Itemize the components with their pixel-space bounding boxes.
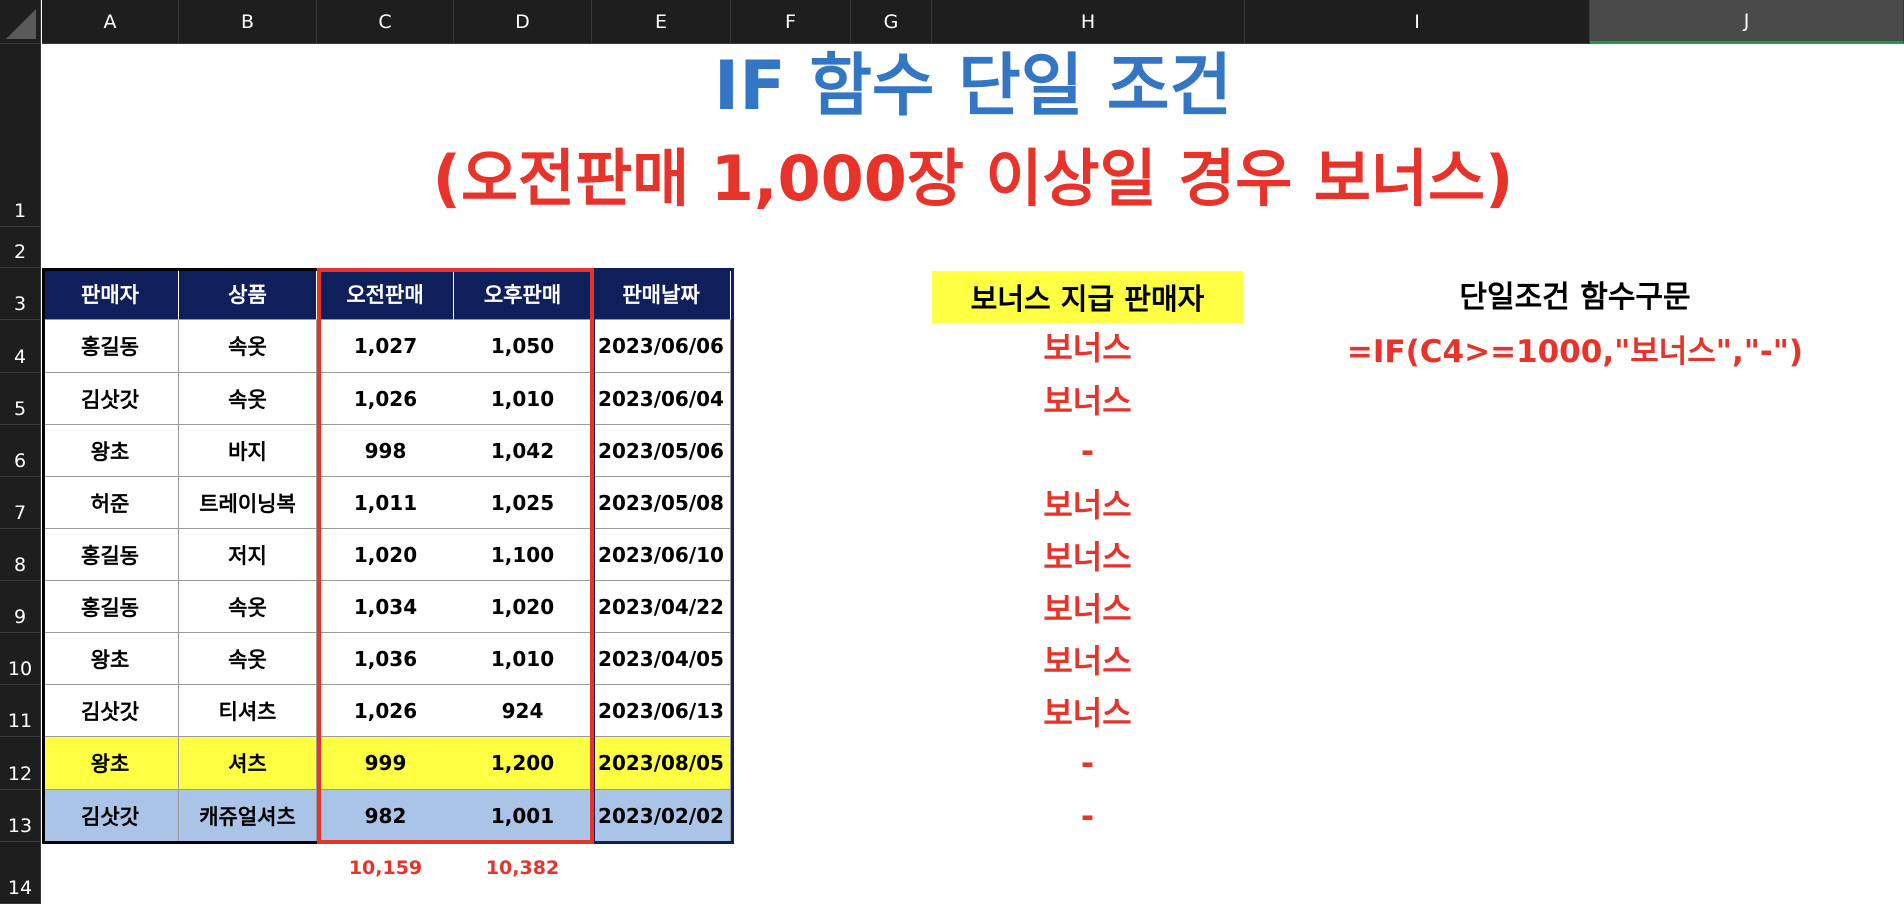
formula-text[interactable]: =IF(C4>=1000,"보너스","-") bbox=[1245, 322, 1904, 374]
table-cell-product[interactable]: 트레이닝복 bbox=[179, 477, 317, 529]
table-cell-afternoon-sales[interactable]: 1,020 bbox=[454, 581, 592, 633]
table-header-product[interactable]: 상품 bbox=[179, 268, 317, 320]
table-cell-product[interactable]: 바지 bbox=[179, 425, 317, 477]
bonus-result-cell[interactable]: 보너스 bbox=[932, 529, 1243, 581]
table-cell-seller[interactable]: 홍길동 bbox=[42, 320, 179, 373]
row-header-3[interactable]: 3 bbox=[0, 268, 41, 320]
table-cell-sale-date[interactable]: 2023/04/22 bbox=[592, 581, 731, 633]
table-cell-sale-date[interactable]: 2023/02/02 bbox=[592, 790, 731, 842]
table-cell-seller[interactable]: 왕초 bbox=[42, 633, 179, 685]
table-cell-product[interactable]: 셔츠 bbox=[179, 737, 317, 790]
table-cell-seller[interactable]: 김삿갓 bbox=[42, 373, 179, 425]
title-line-2[interactable]: (오전판매 1,000장 이상일 경우 보너스) bbox=[42, 134, 1904, 224]
table-cell-afternoon-sales[interactable]: 1,200 bbox=[454, 737, 592, 790]
table-cell-afternoon-sales[interactable]: 924 bbox=[454, 685, 592, 737]
table-cell-morning-sales[interactable]: 982 bbox=[317, 790, 454, 842]
table-cell-sale-date[interactable]: 2023/08/05 bbox=[592, 737, 731, 790]
row-header-14[interactable]: 14 bbox=[0, 842, 41, 904]
table-cell-morning-sales[interactable]: 1,026 bbox=[317, 685, 454, 737]
title-line-1[interactable]: IF 함수 단일 조건 bbox=[42, 44, 1904, 130]
row-header-1[interactable]: 1 bbox=[0, 44, 41, 227]
row-header-10[interactable]: 10 bbox=[0, 633, 41, 685]
table-cell-morning-sales[interactable]: 1,020 bbox=[317, 529, 454, 581]
column-header-b[interactable]: B bbox=[179, 0, 317, 44]
table-cell-afternoon-sales[interactable]: 1,042 bbox=[454, 425, 592, 477]
table-cell-sale-date[interactable]: 2023/04/05 bbox=[592, 633, 731, 685]
table-cell-afternoon-sales[interactable]: 1,001 bbox=[454, 790, 592, 842]
table-cell-afternoon-sales[interactable]: 1,100 bbox=[454, 529, 592, 581]
table-cell-seller[interactable]: 홍길동 bbox=[42, 581, 179, 633]
row-header-8[interactable]: 8 bbox=[0, 529, 41, 581]
select-all-corner[interactable] bbox=[0, 0, 41, 44]
table-header-seller[interactable]: 판매자 bbox=[42, 268, 179, 320]
column-header-h[interactable]: H bbox=[932, 0, 1245, 44]
bonus-result-cell[interactable]: - bbox=[932, 737, 1243, 789]
syntax-header[interactable]: 단일조건 함수구문 bbox=[1245, 268, 1904, 320]
table-cell-morning-sales[interactable]: 999 bbox=[317, 737, 454, 790]
column-header-f[interactable]: F bbox=[731, 0, 851, 44]
column-header-e[interactable]: E bbox=[592, 0, 731, 44]
row-header-2[interactable]: 2 bbox=[0, 227, 41, 268]
table-header-afternoon-sales[interactable]: 오후판매 bbox=[454, 268, 592, 320]
table-cell-afternoon-sales[interactable]: 1,025 bbox=[454, 477, 592, 529]
table-cell-product[interactable]: 티셔츠 bbox=[179, 685, 317, 737]
table-cell-product[interactable]: 속옷 bbox=[179, 373, 317, 425]
bonus-result-cell[interactable]: 보너스 bbox=[932, 320, 1243, 372]
table-cell-product[interactable]: 속옷 bbox=[179, 320, 317, 373]
bonus-result-cell[interactable]: 보너스 bbox=[932, 685, 1243, 737]
table-cell-sale-date[interactable]: 2023/06/13 bbox=[592, 685, 731, 737]
table-cell-afternoon-sales[interactable]: 1,010 bbox=[454, 633, 592, 685]
table-cell-seller[interactable]: 김삿갓 bbox=[42, 790, 179, 842]
table-cell-afternoon-sales[interactable]: 1,010 bbox=[454, 373, 592, 425]
table-cell-seller[interactable]: 왕초 bbox=[42, 737, 179, 790]
table-cell-morning-sales[interactable]: 1,036 bbox=[317, 633, 454, 685]
row-header-6[interactable]: 6 bbox=[0, 425, 41, 477]
row-header-5[interactable]: 5 bbox=[0, 373, 41, 425]
column-header-j[interactable]: J bbox=[1590, 0, 1904, 44]
table-cell-morning-sales[interactable]: 1,026 bbox=[317, 373, 454, 425]
table-cell-morning-sales[interactable]: 998 bbox=[317, 425, 454, 477]
row-header-12[interactable]: 12 bbox=[0, 737, 41, 790]
total-morning-sales[interactable]: 10,159 bbox=[317, 850, 454, 886]
table-cell-sale-date[interactable]: 2023/06/04 bbox=[592, 373, 731, 425]
column-header-d[interactable]: D bbox=[454, 0, 592, 44]
bonus-header[interactable]: 보너스 지급 판매자 bbox=[932, 271, 1243, 323]
table-header-sale-date[interactable]: 판매날짜 bbox=[592, 268, 731, 320]
table-cell-product[interactable]: 속옷 bbox=[179, 581, 317, 633]
total-afternoon-sales[interactable]: 10,382 bbox=[454, 850, 591, 886]
bonus-result-cell[interactable]: 보너스 bbox=[932, 373, 1243, 425]
table-cell-morning-sales[interactable]: 1,011 bbox=[317, 477, 454, 529]
table-cell-product[interactable]: 속옷 bbox=[179, 633, 317, 685]
row-header-7[interactable]: 7 bbox=[0, 477, 41, 529]
column-header-a[interactable]: A bbox=[42, 0, 179, 44]
row-header-9[interactable]: 9 bbox=[0, 581, 41, 633]
table-cell-seller[interactable]: 김삿갓 bbox=[42, 685, 179, 737]
table-cell-sale-date[interactable]: 2023/05/06 bbox=[592, 425, 731, 477]
table-cell-seller[interactable]: 허준 bbox=[42, 477, 179, 529]
row-header-13[interactable]: 13 bbox=[0, 790, 41, 842]
table-cell-sale-date[interactable]: 2023/05/08 bbox=[592, 477, 731, 529]
table-cell-morning-sales[interactable]: 1,027 bbox=[317, 320, 454, 373]
column-header-c[interactable]: C bbox=[317, 0, 454, 44]
bonus-result-cell[interactable]: - bbox=[932, 425, 1243, 477]
bonus-result-cell[interactable]: - bbox=[932, 790, 1243, 842]
row-header-11[interactable]: 11 bbox=[0, 685, 41, 737]
table-cell-sale-date[interactable]: 2023/06/10 bbox=[592, 529, 731, 581]
table-cell-product[interactable]: 캐쥬얼셔츠 bbox=[179, 790, 317, 842]
table-cell-sale-date[interactable]: 2023/06/06 bbox=[592, 320, 731, 373]
table-header-morning-sales[interactable]: 오전판매 bbox=[317, 268, 454, 320]
column-header-g[interactable]: G bbox=[851, 0, 932, 44]
table-cell-afternoon-sales[interactable]: 1,050 bbox=[454, 320, 592, 373]
table-cell-seller[interactable]: 왕초 bbox=[42, 425, 179, 477]
row-header-4[interactable]: 4 bbox=[0, 320, 41, 373]
bonus-result-cell[interactable]: 보너스 bbox=[932, 581, 1243, 633]
column-header-i[interactable]: I bbox=[1245, 0, 1590, 44]
table-cell-seller[interactable]: 홍길동 bbox=[42, 529, 179, 581]
table-cell-product[interactable]: 저지 bbox=[179, 529, 317, 581]
bonus-result-cell[interactable]: 보너스 bbox=[932, 477, 1243, 529]
table-cell-morning-sales[interactable]: 1,034 bbox=[317, 581, 454, 633]
bonus-result-cell[interactable]: 보너스 bbox=[932, 633, 1243, 685]
